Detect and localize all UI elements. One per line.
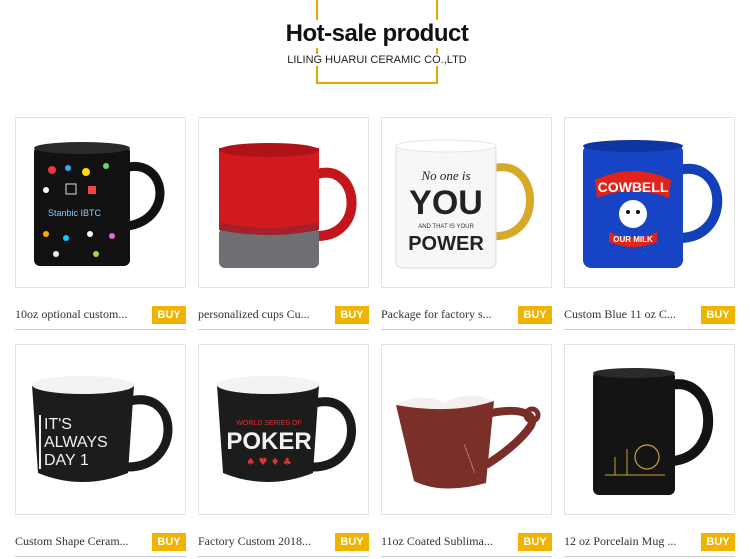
product-title[interactable]: personalized cups Cu... bbox=[198, 307, 326, 322]
product-title[interactable]: 10oz optional custom... bbox=[15, 307, 143, 322]
card-divider bbox=[198, 556, 369, 557]
product-image[interactable]: COWBELL OUR MILK bbox=[564, 117, 735, 288]
product-image[interactable]: Stanbic IBTC bbox=[15, 117, 186, 288]
product-card[interactable]: Stanbic IBTC 10oz optional custom... BUY bbox=[15, 117, 186, 331]
card-divider bbox=[564, 556, 735, 557]
product-title[interactable]: 12 oz Porcelain Mug ... bbox=[564, 534, 692, 549]
mug-print-text: COWBELL bbox=[598, 179, 669, 195]
svg-text:♠ ♥ ♦ ♣: ♠ ♥ ♦ ♣ bbox=[246, 457, 291, 468]
mug-print-text: POKER bbox=[226, 428, 311, 455]
buy-button[interactable]: BUY bbox=[518, 533, 552, 551]
product-card[interactable]: IT'S ALWAYS DAY 1 Custom Shape Ceram... … bbox=[15, 344, 186, 558]
mug-print-text: YOU bbox=[409, 184, 483, 222]
mug-print-text: DAY 1 bbox=[44, 452, 89, 469]
product-image[interactable]: No one is YOU AND THAT IS YOUR POWER bbox=[381, 117, 552, 288]
product-card[interactable]: COWBELL OUR MILK Custom Blue 11 oz C... … bbox=[564, 117, 735, 331]
buy-button[interactable]: BUY bbox=[701, 306, 735, 324]
card-divider bbox=[381, 556, 552, 557]
mug-print-text: AND THAT IS YOUR bbox=[418, 224, 474, 230]
product-card[interactable]: No one is YOU AND THAT IS YOUR POWER Pac… bbox=[381, 117, 552, 331]
company-name: LILING HUARUI CERAMIC CO.,LTD bbox=[266, 54, 488, 66]
buy-button[interactable]: BUY bbox=[335, 533, 369, 551]
section-title: Hot-sale product bbox=[266, 20, 488, 48]
product-image[interactable]: ~~~~~~~~ bbox=[381, 344, 552, 515]
product-image[interactable] bbox=[198, 117, 369, 288]
hot-sale-header: Hot-sale product LILING HUARUI CERAMIC C… bbox=[266, 0, 488, 86]
card-divider bbox=[198, 329, 369, 330]
buy-button[interactable]: BUY bbox=[518, 306, 552, 324]
product-card[interactable]: WORLD SERIES OF POKER ♠ ♥ ♦ ♣ Factory Cu… bbox=[198, 344, 369, 558]
buy-button[interactable]: BUY bbox=[152, 306, 186, 324]
product-title[interactable]: Custom Shape Ceram... bbox=[15, 534, 143, 549]
mug-print-text: POWER bbox=[408, 233, 484, 255]
product-image[interactable]: WORLD SERIES OF POKER ♠ ♥ ♦ ♣ bbox=[198, 344, 369, 515]
card-divider bbox=[15, 329, 186, 330]
product-image[interactable] bbox=[564, 344, 735, 515]
card-divider bbox=[381, 329, 552, 330]
buy-button[interactable]: BUY bbox=[335, 306, 369, 324]
buy-button[interactable]: BUY bbox=[152, 533, 186, 551]
buy-button[interactable]: BUY bbox=[701, 533, 735, 551]
product-card[interactable]: ~~~~~~~~ 11oz Coated Sublima... BUY bbox=[381, 344, 552, 558]
product-title[interactable]: 11oz Coated Sublima... bbox=[381, 534, 509, 549]
mug-print-text: WORLD SERIES OF bbox=[236, 420, 301, 427]
mug-print-text: Stanbic IBTC bbox=[48, 208, 102, 218]
product-title[interactable]: Factory Custom 2018... bbox=[198, 534, 326, 549]
mug-print-text: No one is bbox=[420, 168, 470, 183]
card-divider bbox=[15, 556, 186, 557]
mug-print-text: IT'S bbox=[44, 416, 72, 433]
product-image[interactable]: IT'S ALWAYS DAY 1 bbox=[15, 344, 186, 515]
product-title[interactable]: Package for factory s... bbox=[381, 307, 509, 322]
mug-print-text: OUR MILK bbox=[613, 235, 653, 244]
product-card[interactable]: personalized cups Cu... BUY bbox=[198, 117, 369, 331]
mug-print-text: ALWAYS bbox=[44, 434, 108, 451]
card-divider bbox=[564, 329, 735, 330]
product-card[interactable]: 12 oz Porcelain Mug ... BUY bbox=[564, 344, 735, 558]
product-title[interactable]: Custom Blue 11 oz C... bbox=[564, 307, 692, 322]
